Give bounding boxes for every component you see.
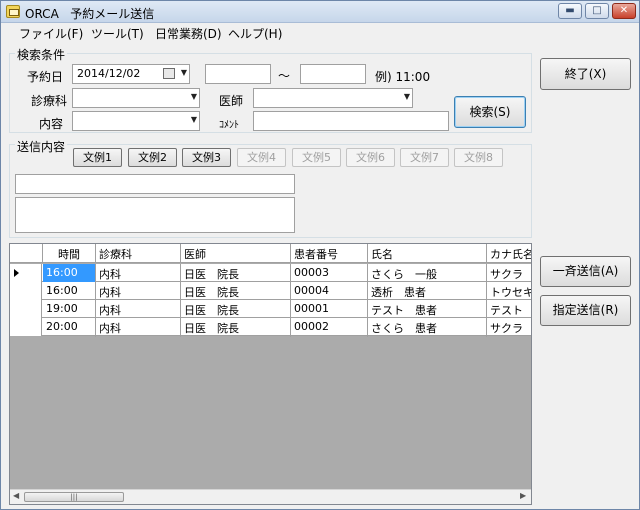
cell-name[interactable]: テスト 患者 bbox=[368, 300, 487, 319]
template-6-button[interactable]: 文例6 bbox=[346, 148, 395, 167]
template-1-button[interactable]: 文例1 bbox=[73, 148, 122, 167]
cell-time[interactable]: 19:00 bbox=[43, 300, 96, 319]
current-row-arrow-icon bbox=[14, 269, 19, 277]
main-window: ORCA 予約メール送信 ▬ □ ✕ ファイル(F) ツール(T) 日常業務(D… bbox=[0, 0, 640, 510]
column-header-kana[interactable]: カナ氏名 bbox=[487, 244, 531, 263]
app-icon bbox=[6, 5, 20, 18]
body-textarea[interactable] bbox=[15, 197, 295, 233]
title-bar: ORCA 予約メール送信 ▬ □ ✕ bbox=[1, 1, 639, 23]
row-header-corner bbox=[10, 244, 43, 263]
chevron-down-icon: ▼ bbox=[190, 92, 197, 101]
cell-time[interactable]: 16:00 bbox=[43, 282, 96, 301]
cell-department[interactable]: 内科 bbox=[96, 318, 181, 337]
reservation-grid[interactable]: 時間 診療科 医師 患者番号 氏名 カナ氏名 16:00 内科 日医 院長 00… bbox=[9, 243, 532, 505]
send-group-label: 送信内容 bbox=[15, 138, 68, 155]
template-7-button[interactable]: 文例7 bbox=[400, 148, 449, 167]
maximize-button[interactable]: □ bbox=[585, 3, 609, 19]
horizontal-scrollbar[interactable]: ◀ ||| ▶ bbox=[10, 489, 531, 504]
scroll-right-icon[interactable]: ▶ bbox=[520, 491, 526, 500]
department-select[interactable]: ▼ bbox=[72, 88, 200, 108]
app-name: ORCA bbox=[25, 7, 59, 21]
cell-kana[interactable]: トウセキ bbox=[487, 282, 531, 301]
row-header[interactable] bbox=[10, 318, 42, 336]
table-row[interactable]: 16:00 内科 日医 院長 00004 透析 患者 トウセキ bbox=[10, 282, 531, 301]
window-title: ORCA 予約メール送信 bbox=[25, 5, 154, 22]
cell-doctor[interactable]: 日医 院長 bbox=[181, 282, 291, 301]
title-label: 予約メール送信 bbox=[70, 7, 155, 21]
time-from-input[interactable] bbox=[205, 64, 271, 84]
content-select[interactable]: ▼ bbox=[72, 111, 200, 131]
column-header-doctor[interactable]: 医師 bbox=[181, 244, 291, 263]
chevron-down-icon: ▼ bbox=[403, 92, 410, 101]
template-5-button[interactable]: 文例5 bbox=[292, 148, 341, 167]
date-picker[interactable]: 2014/12/02 ▼ bbox=[72, 64, 190, 84]
column-header-patient-no[interactable]: 患者番号 bbox=[291, 244, 368, 263]
menu-help[interactable]: ヘルプ(H) bbox=[228, 25, 282, 42]
department-label: 診療科 bbox=[31, 94, 68, 108]
cell-doctor[interactable]: 日医 院長 bbox=[181, 300, 291, 319]
doctor-label: 医師 bbox=[219, 94, 244, 108]
cell-kana[interactable]: サクラ カ bbox=[487, 318, 531, 337]
cell-department[interactable]: 内科 bbox=[96, 300, 181, 319]
send-selected-button[interactable]: 指定送信(R) bbox=[540, 295, 631, 326]
tilde-label: 〜 bbox=[278, 69, 291, 83]
cell-name[interactable]: さくら 一般 bbox=[368, 264, 487, 283]
date-value: 2014/12/02 bbox=[77, 67, 141, 80]
chevron-down-icon: ▼ bbox=[180, 68, 187, 77]
doctor-select[interactable]: ▼ bbox=[253, 88, 413, 108]
menu-daily-work[interactable]: 日常業務(D) bbox=[155, 25, 222, 42]
time-example-label: 例) 11:00 bbox=[375, 70, 431, 84]
close-window-button[interactable]: ✕ bbox=[612, 3, 636, 19]
cell-patient-no[interactable]: 00002 bbox=[291, 318, 368, 337]
comment-label: ｺﾒﾝﾄ bbox=[219, 120, 239, 131]
close-button[interactable]: 終了(X) bbox=[540, 58, 631, 90]
cell-name[interactable]: 透析 患者 bbox=[368, 282, 487, 301]
cell-kana[interactable]: テスト カ bbox=[487, 300, 531, 319]
cell-kana[interactable]: サクラ イ bbox=[487, 264, 531, 283]
menu-file[interactable]: ファイル(F) bbox=[19, 25, 83, 42]
cell-department[interactable]: 内科 bbox=[96, 282, 181, 301]
content-label: 内容 bbox=[39, 117, 64, 131]
column-header-department[interactable]: 診療科 bbox=[96, 244, 181, 263]
row-header[interactable] bbox=[10, 282, 42, 300]
scroll-thumb[interactable]: ||| bbox=[24, 492, 124, 502]
column-header-name[interactable]: 氏名 bbox=[368, 244, 487, 263]
template-2-button[interactable]: 文例2 bbox=[128, 148, 177, 167]
grid-header: 時間 診療科 医師 患者番号 氏名 カナ氏名 bbox=[10, 244, 531, 263]
search-group-label: 検索条件 bbox=[15, 46, 68, 63]
menu-bar: ファイル(F) ツール(T) 日常業務(D) ヘルプ(H) bbox=[1, 23, 639, 43]
template-4-button[interactable]: 文例4 bbox=[237, 148, 286, 167]
send-all-button[interactable]: 一斉送信(A) bbox=[540, 256, 631, 287]
minimize-button[interactable]: ▬ bbox=[558, 3, 582, 19]
time-to-input[interactable] bbox=[300, 64, 366, 84]
cell-time[interactable]: 20:00 bbox=[43, 318, 96, 337]
row-header[interactable] bbox=[10, 264, 42, 282]
table-row[interactable]: 16:00 内科 日医 院長 00003 さくら 一般 サクラ イ bbox=[10, 264, 531, 283]
search-button[interactable]: 検索(S) bbox=[454, 96, 526, 128]
table-row[interactable]: 19:00 内科 日医 院長 00001 テスト 患者 テスト カ bbox=[10, 300, 531, 319]
cell-department[interactable]: 内科 bbox=[96, 264, 181, 283]
table-row[interactable]: 20:00 内科 日医 院長 00002 さくら 患者 サクラ カ bbox=[10, 318, 531, 337]
cell-doctor[interactable]: 日医 院長 bbox=[181, 264, 291, 283]
chevron-down-icon: ▼ bbox=[190, 115, 197, 124]
cell-patient-no[interactable]: 00003 bbox=[291, 264, 368, 283]
scroll-left-icon[interactable]: ◀ bbox=[13, 491, 19, 500]
menu-tools[interactable]: ツール(T) bbox=[91, 25, 144, 42]
cell-time[interactable]: 16:00 bbox=[43, 264, 96, 283]
date-label: 予約日 bbox=[27, 70, 64, 84]
template-8-button[interactable]: 文例8 bbox=[454, 148, 503, 167]
cell-patient-no[interactable]: 00004 bbox=[291, 282, 368, 301]
column-header-time[interactable]: 時間 bbox=[43, 244, 96, 263]
cell-doctor[interactable]: 日医 院長 bbox=[181, 318, 291, 337]
calendar-icon bbox=[163, 68, 175, 79]
template-3-button[interactable]: 文例3 bbox=[182, 148, 231, 167]
subject-input[interactable] bbox=[15, 174, 295, 194]
cell-name[interactable]: さくら 患者 bbox=[368, 318, 487, 337]
row-header[interactable] bbox=[10, 300, 42, 318]
comment-input[interactable] bbox=[253, 111, 449, 131]
cell-patient-no[interactable]: 00001 bbox=[291, 300, 368, 319]
